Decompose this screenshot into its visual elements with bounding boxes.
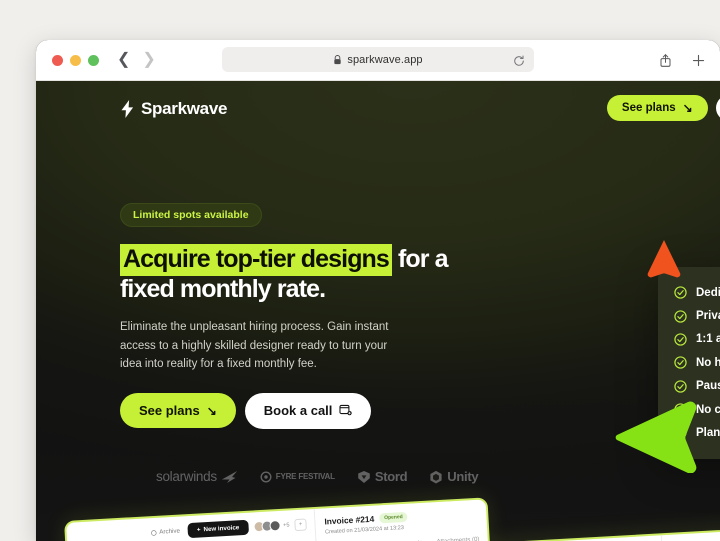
- hero-section: Limited spots available Acquire top-tier…: [120, 203, 450, 429]
- check-circle-icon: [674, 333, 687, 346]
- logo-fyre-label: FYRE FESTIVAL: [275, 471, 335, 481]
- invoice-list-pane: Archive + New invoice +5 +: [66, 508, 326, 541]
- close-button[interactable]: [52, 54, 63, 66]
- minimize-button[interactable]: [70, 54, 81, 66]
- headline-highlight: Acquire top-tier designs: [120, 244, 392, 276]
- invoice-detail-body: Invoice #214 Opened Created on 21/03/202…: [315, 497, 499, 541]
- hero-cta-group: See plans ↘ Book a call: [120, 392, 450, 429]
- plus-icon: +: [196, 526, 201, 534]
- lime-cursor-icon: [614, 399, 700, 474]
- hero-subtext: Eliminate the unpleasant hiring process.…: [120, 321, 389, 371]
- client-logo-strip: solarwinds FYRE FESTIVAL Stord Unity: [156, 469, 479, 484]
- check-circle-icon: [674, 356, 687, 369]
- book-a-call-label: Book a call: [263, 403, 333, 419]
- logo-solarwinds: solarwinds: [156, 469, 238, 484]
- header-book-call-button[interactable]: B: [715, 95, 720, 121]
- check-circle-icon: [674, 286, 687, 299]
- feature-label: No hiring required: [696, 356, 720, 369]
- archive-label: Archive: [159, 527, 181, 536]
- share-icon[interactable]: [658, 53, 673, 68]
- feature-label: Dedicated designer: [696, 286, 720, 299]
- feature-item: Pause or cancel anytime: [658, 375, 720, 398]
- browser-window: ❮ ❯ sparkwave.app Sparkwave See plans ↘ …: [36, 40, 720, 541]
- product-mockups: Archive + New invoice +5 + Invoice #214 …: [36, 497, 720, 541]
- logo-stord-label: Stord: [374, 469, 408, 484]
- unity-mark: [430, 470, 442, 483]
- url-text: sparkwave.app: [347, 53, 423, 66]
- logo-unity-label: Unity: [447, 469, 479, 484]
- invoice-detail-pane: Invoice #214 Opened Created on 21/03/202…: [314, 497, 499, 541]
- window-controls[interactable]: [52, 54, 99, 66]
- feature-label: Pause or cancel anytime: [696, 380, 720, 393]
- arrow-down-right-icon: ↘: [682, 101, 693, 115]
- forward-arrow-icon[interactable]: ❯: [142, 52, 155, 68]
- header-actions[interactable]: See plans ↘ B: [606, 95, 720, 121]
- maximize-button[interactable]: [88, 54, 99, 66]
- stord-mark: [358, 470, 370, 483]
- header-see-plans-label: See plans: [621, 102, 676, 114]
- feature-label: 1:1 async communication: [696, 333, 720, 346]
- chrome-actions[interactable]: [658, 40, 706, 80]
- status-badge: Opened: [378, 511, 409, 524]
- tab-attachments[interactable]: Attachments (0): [436, 536, 480, 541]
- new-invoice-label: New invoice: [203, 524, 240, 534]
- lightning-bolt-icon: [120, 100, 135, 118]
- logo-solarwinds-label: solarwinds: [156, 469, 217, 484]
- header-see-plans-button[interactable]: See plans ↘: [606, 95, 708, 121]
- feature-label: Private Slack channel: [696, 310, 720, 323]
- add-member-button[interactable]: +: [294, 517, 307, 531]
- status-badge: Limited spots available: [120, 203, 262, 227]
- see-plans-label: See plans: [139, 403, 200, 419]
- browser-chrome: ❮ ❯ sparkwave.app: [36, 40, 720, 81]
- invoice-layout: Archive + New invoice +5 + Invoice #214 …: [66, 497, 499, 541]
- check-circle-icon: [674, 380, 687, 393]
- book-a-call-button[interactable]: Book a call: [244, 392, 372, 429]
- library-app-mockup[interactable]: ← Back Library All Saved Shared Search..…: [488, 526, 720, 541]
- feature-item: Dedicated designer: [658, 281, 720, 304]
- brand-name: Sparkwave: [141, 99, 228, 118]
- reload-icon[interactable]: [513, 54, 525, 66]
- side-label: Text: [662, 528, 720, 541]
- solarwinds-mark: [221, 470, 237, 483]
- fyre-mark: [260, 471, 272, 482]
- navigation-buttons[interactable]: ❮ ❯: [117, 52, 156, 68]
- address-bar[interactable]: sparkwave.app: [222, 47, 534, 72]
- avatar-more-count: +5: [283, 521, 290, 529]
- check-circle-icon: [674, 309, 687, 323]
- library-side-panel: Text: [660, 528, 720, 541]
- calendar-icon: [339, 403, 353, 419]
- logo-stord: Stord: [357, 469, 408, 484]
- lock-icon: [333, 55, 342, 65]
- new-invoice-button[interactable]: + New invoice: [187, 519, 249, 539]
- plus-icon[interactable]: [691, 53, 706, 68]
- screenshot-root: ❮ ❯ sparkwave.app Sparkwave See plans ↘ …: [0, 0, 720, 541]
- logo-fyre-festival: FYRE FESTIVAL: [260, 471, 335, 483]
- avatar-group[interactable]: +5 +: [252, 517, 307, 533]
- feature-item: Private Slack channel: [658, 304, 720, 327]
- logo-fyre-label-group: FYRE FESTIVAL: [275, 471, 335, 481]
- logo-unity: Unity: [429, 469, 479, 484]
- site-header: Sparkwave See plans ↘ B: [36, 81, 720, 137]
- avatar: [268, 519, 281, 532]
- invoice-app-mockup[interactable]: Archive + New invoice +5 + Invoice #214 …: [64, 497, 499, 541]
- archive-icon: [150, 529, 157, 536]
- website-viewport: Sparkwave See plans ↘ B Limited spots av…: [36, 81, 720, 541]
- feature-item: No hiring required: [658, 351, 720, 374]
- brand-logo[interactable]: Sparkwave: [120, 99, 227, 119]
- archive-button[interactable]: Archive: [150, 528, 180, 537]
- back-arrow-icon[interactable]: ❮: [117, 52, 130, 68]
- invoice-number: Invoice #214: [324, 513, 375, 527]
- feature-item: 1:1 async communication: [658, 328, 720, 351]
- see-plans-button[interactable]: See plans ↘: [120, 393, 236, 429]
- page-title: Acquire top-tier designs for a fixed mon…: [120, 244, 450, 304]
- invoice-toolbar: Archive + New invoice +5 +: [66, 509, 315, 541]
- orange-cursor-icon: [647, 239, 681, 279]
- arrow-down-right-icon: ↘: [206, 403, 217, 418]
